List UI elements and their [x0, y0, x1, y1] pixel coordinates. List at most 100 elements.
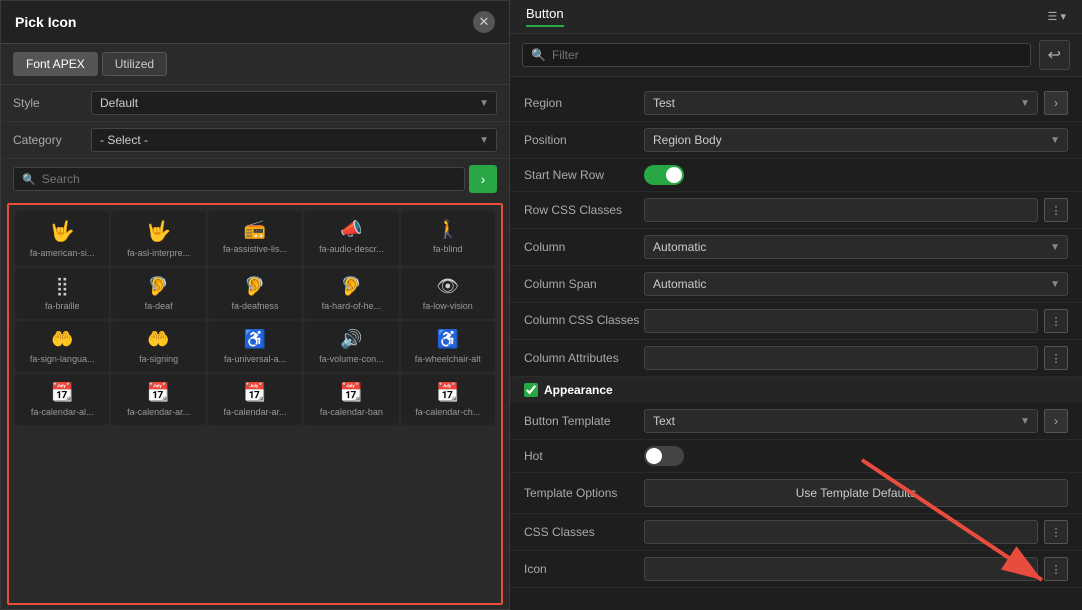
appearance-checkbox[interactable]: [524, 383, 538, 397]
button-template-expand-button[interactable]: ›: [1044, 409, 1068, 433]
list-item[interactable]: 🤟 fa-american-si...: [15, 211, 109, 266]
icon-fa-signing: 🤲: [147, 329, 169, 350]
list-item[interactable]: 📣 fa-audio-descr...: [304, 211, 398, 266]
properties-area: Region Test ▼ › Position: [510, 77, 1082, 610]
icon-label: fa-signing: [139, 354, 178, 364]
list-item[interactable]: 📆 fa-calendar-ch...: [401, 374, 495, 425]
icon-fa-deafness: 🦻: [244, 276, 266, 297]
list-item[interactable]: 📆 fa-calendar-ar...: [208, 374, 302, 425]
list-item[interactable]: 🦻 fa-deafness: [208, 268, 302, 319]
search-go-button[interactable]: ›: [469, 165, 497, 193]
filter-input[interactable]: [552, 48, 1022, 62]
undo-button[interactable]: ↩: [1039, 40, 1070, 70]
column-span-value: Automatic ▼: [644, 272, 1068, 296]
button-template-select-wrapper: Text ▼: [644, 409, 1038, 433]
icon-label: fa-deafness: [231, 301, 278, 311]
start-new-row-toggle[interactable]: [644, 165, 684, 185]
list-item[interactable]: 📻 fa-assistive-lis...: [208, 211, 302, 266]
column-select[interactable]: Automatic: [644, 235, 1068, 259]
icon-fa-low-vision: 👁: [436, 276, 459, 297]
style-row: Style Default ▼: [1, 85, 509, 122]
row-css-classes-input[interactable]: [644, 198, 1038, 222]
icon-label: fa-hard-of-he...: [322, 301, 382, 311]
list-item[interactable]: 🦻 fa-deaf: [111, 268, 205, 319]
button-tab[interactable]: Button: [526, 6, 564, 27]
region-select[interactable]: Test: [644, 91, 1038, 115]
list-item[interactable]: 🤲 fa-sign-langua...: [15, 321, 109, 372]
tab-font-apex[interactable]: Font APEX: [13, 52, 98, 76]
icon-fa-deaf: 🦻: [147, 276, 169, 297]
tab-utilized[interactable]: Utilized: [102, 52, 167, 76]
icon-fa-volume-control: 🔊: [340, 329, 362, 350]
position-select-wrapper: Region Body ▼: [644, 128, 1068, 152]
icon-value: ⋮: [644, 557, 1068, 581]
icon-label: fa-assistive-lis...: [223, 244, 287, 254]
list-item[interactable]: ♿ fa-universal-a...: [208, 321, 302, 372]
list-item[interactable]: 📆 fa-calendar-al...: [15, 374, 109, 425]
list-item[interactable]: 📆 fa-calendar-ar...: [111, 374, 205, 425]
icon-label: fa-braille: [45, 301, 80, 311]
icon-fa-calendar-ban: 📆: [340, 382, 362, 403]
icon-fa-braille: ⣿: [56, 276, 69, 297]
pick-icon-panel: Pick Icon ✕ Font APEX Utilized Style Def…: [0, 0, 510, 610]
icon-fa-calendar-ar1: 📆: [147, 382, 169, 403]
hot-label: Hot: [524, 449, 644, 463]
column-attributes-value: ⋮: [644, 346, 1068, 370]
list-item[interactable]: 📆 fa-calendar-ban: [304, 374, 398, 425]
icon-label: fa-american-si...: [30, 248, 95, 258]
list-item[interactable]: 🤲 fa-signing: [111, 321, 205, 372]
row-css-classes-value: ⋮: [644, 198, 1068, 222]
row-css-classes-list-button[interactable]: ⋮: [1044, 198, 1068, 222]
column-span-select-wrapper: Automatic ▼: [644, 272, 1068, 296]
start-new-row-row: Start New Row: [510, 159, 1082, 192]
icon-label: Icon: [524, 562, 644, 576]
column-css-classes-list-button[interactable]: ⋮: [1044, 309, 1068, 333]
region-select-wrapper: Test ▼: [644, 91, 1038, 115]
template-options-button[interactable]: Use Template Defaults: [644, 479, 1068, 507]
css-classes-row: CSS Classes ⋮: [510, 514, 1082, 551]
list-item[interactable]: 🔊 fa-volume-con...: [304, 321, 398, 372]
column-css-classes-input[interactable]: [644, 309, 1038, 333]
icon-label: fa-calendar-ban: [320, 407, 383, 417]
icon-label: fa-calendar-ar...: [127, 407, 190, 417]
list-item[interactable]: 👁 fa-low-vision: [401, 268, 495, 319]
column-row: Column Automatic ▼: [510, 229, 1082, 266]
template-options-row: Template Options Use Template Defaults: [510, 473, 1082, 514]
category-select[interactable]: - Select -: [91, 128, 497, 152]
icon-fa-sign-language: 🤲: [51, 329, 73, 350]
category-row: Category - Select - ▼: [1, 122, 509, 159]
list-item[interactable]: 🤟 fa-asl-interpre...: [111, 211, 205, 266]
list-item[interactable]: 🦻 fa-hard-of-he...: [304, 268, 398, 319]
icon-list-button[interactable]: ⋮: [1044, 557, 1068, 581]
column-attributes-input[interactable]: [644, 346, 1038, 370]
close-button[interactable]: ✕: [473, 11, 495, 33]
column-span-select[interactable]: Automatic: [644, 272, 1068, 296]
appearance-section-header: Appearance: [510, 377, 1082, 403]
list-item[interactable]: 🚶 fa-blind: [401, 211, 495, 266]
icon-fa-calendar-ar2: 📆: [244, 382, 266, 403]
region-expand-button[interactable]: ›: [1044, 91, 1068, 115]
icons-grid: 🤟 fa-american-si... 🤟 fa-asl-interpre...…: [15, 211, 495, 425]
style-select-wrapper: Default ▼: [91, 91, 497, 115]
column-select-wrapper: Automatic ▼: [644, 235, 1068, 259]
hot-toggle[interactable]: [644, 446, 684, 466]
appearance-title: Appearance: [544, 383, 613, 397]
menu-icon[interactable]: ☰ ▾: [1048, 10, 1066, 23]
start-new-row-label: Start New Row: [524, 168, 644, 182]
css-classes-list-button[interactable]: ⋮: [1044, 520, 1068, 544]
column-css-classes-row: Column CSS Classes ⋮: [510, 303, 1082, 340]
column-attributes-list-button[interactable]: ⋮: [1044, 346, 1068, 370]
icon-label: fa-wheelchair-alt: [415, 354, 481, 364]
style-select[interactable]: Default: [91, 91, 497, 115]
search-input[interactable]: [42, 172, 456, 186]
top-bar-actions: ☰ ▾: [1048, 10, 1066, 23]
button-template-row: Button Template Text ▼ ›: [510, 403, 1082, 440]
icon-input[interactable]: [644, 557, 1038, 581]
search-row: 🔍 ›: [1, 159, 509, 199]
list-item[interactable]: ♿ fa-wheelchair-alt: [401, 321, 495, 372]
button-template-select[interactable]: Text: [644, 409, 1038, 433]
position-select[interactable]: Region Body: [644, 128, 1068, 152]
right-panel-wrapper: Button ☰ ▾ 🔍 ↩ Region Test: [510, 0, 1082, 610]
list-item[interactable]: ⣿ fa-braille: [15, 268, 109, 319]
css-classes-input[interactable]: [644, 520, 1038, 544]
